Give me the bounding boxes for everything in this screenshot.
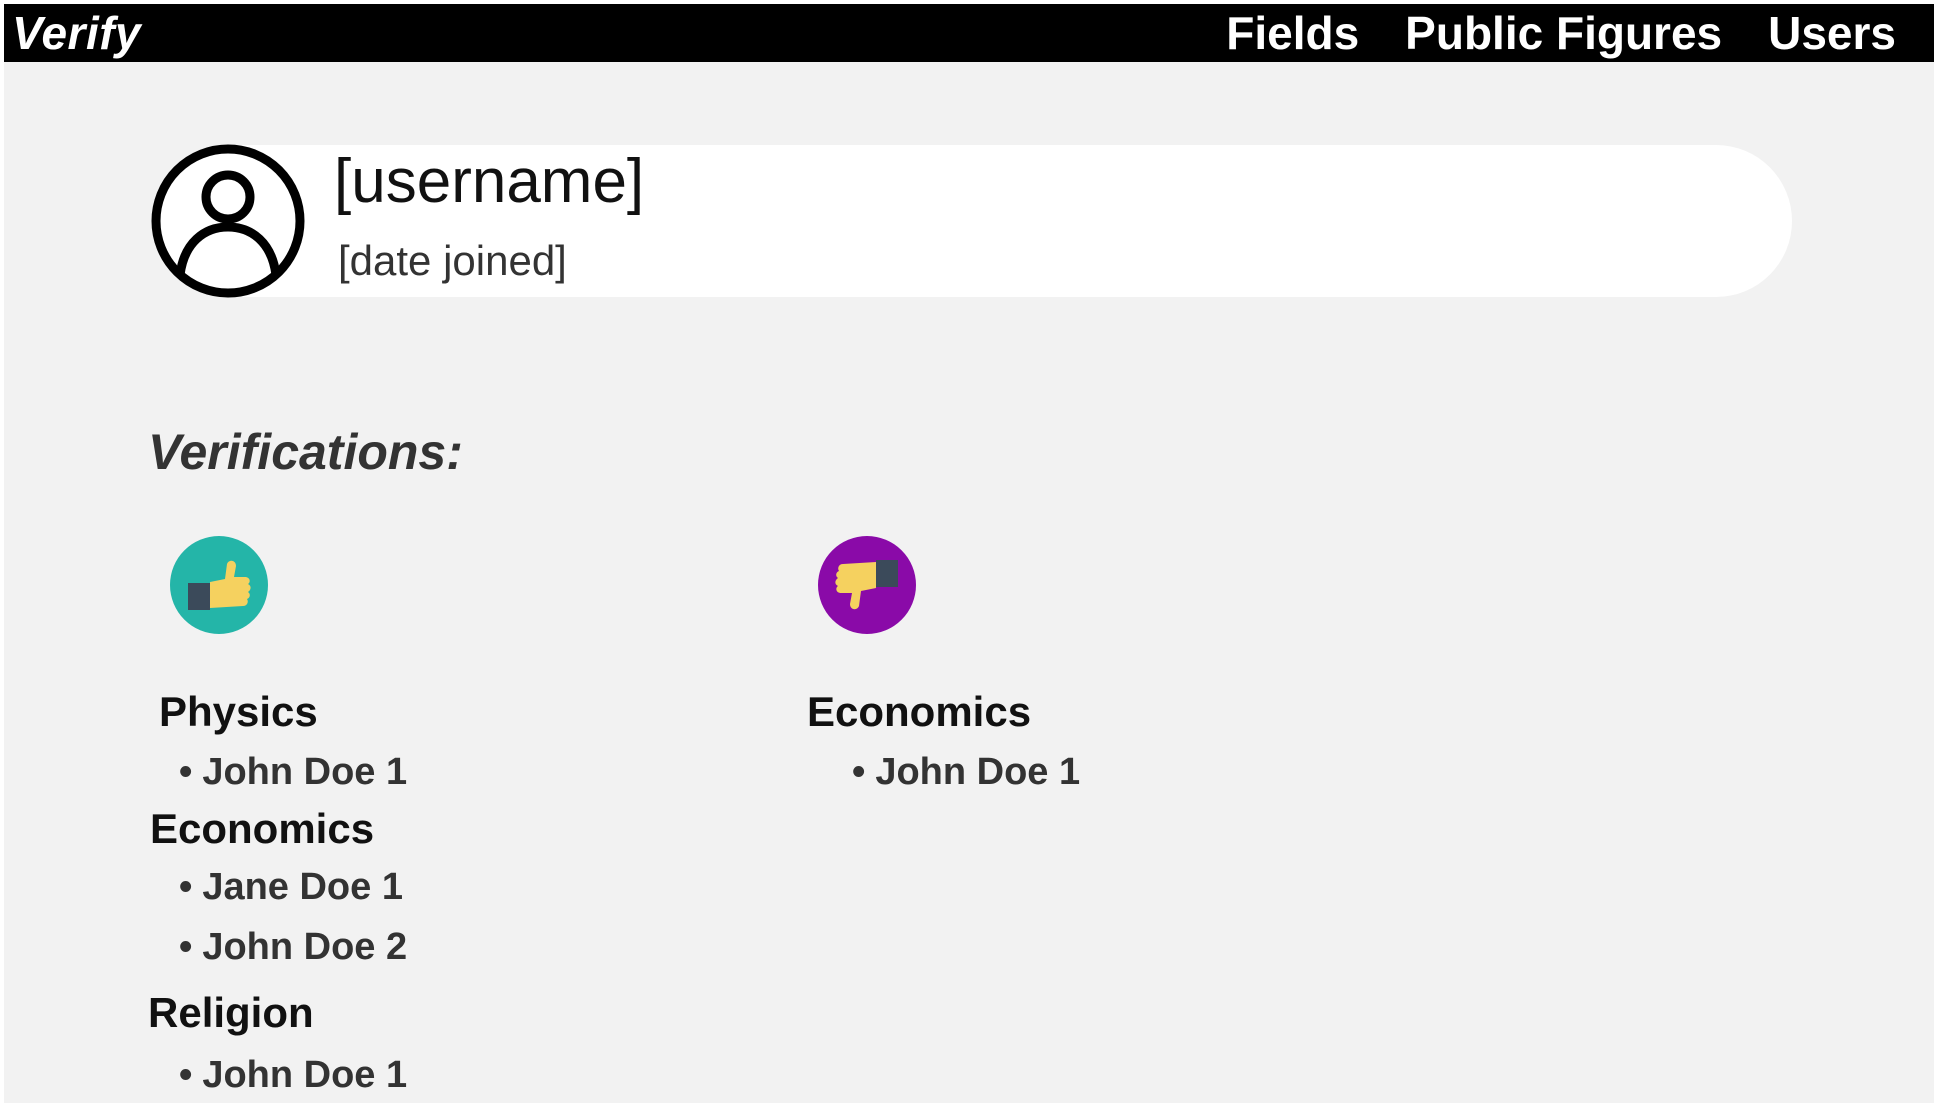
verification-person[interactable]: • John Doe 2 xyxy=(179,924,407,970)
nav-links: Fields Public Figures Users xyxy=(1226,6,1896,60)
user-avatar-icon xyxy=(151,144,305,298)
date-joined: [date joined] xyxy=(338,237,567,284)
nav-link-public-figures[interactable]: Public Figures xyxy=(1405,6,1722,60)
verifications-title: Verifications: xyxy=(148,424,463,480)
verification-field: Religion xyxy=(148,989,314,1036)
verification-person[interactable]: • John Doe 1 xyxy=(179,749,407,795)
nav-link-fields[interactable]: Fields xyxy=(1226,6,1359,60)
thumbs-up-icon xyxy=(170,536,268,634)
thumbs-down-icon xyxy=(818,536,916,634)
nav-link-users[interactable]: Users xyxy=(1768,6,1896,60)
username: [username] xyxy=(334,147,645,216)
verification-person[interactable]: • John Doe 1 xyxy=(179,1052,407,1098)
verification-field: Physics xyxy=(159,688,318,735)
top-navbar: Verify Fields Public Figures Users xyxy=(4,4,1934,62)
brand-logo[interactable]: Verify xyxy=(12,6,141,60)
verification-field: Economics xyxy=(150,805,375,852)
verification-person[interactable]: • John Doe 1 xyxy=(852,749,1080,795)
verification-field: Economics xyxy=(807,688,1032,735)
verification-person[interactable]: • Jane Doe 1 xyxy=(179,864,403,910)
page: Verify Fields Public Figures Users [user… xyxy=(4,4,1934,1103)
